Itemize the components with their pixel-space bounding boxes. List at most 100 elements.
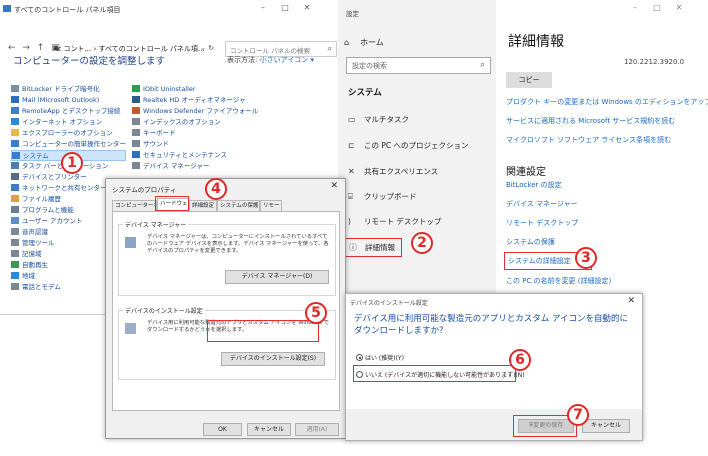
related-settings-heading: 関連設定 (506, 167, 546, 178)
control-panel-item-label: RemoteApp とデスクトップ接続 (22, 107, 121, 115)
related-setting-link[interactable]: この PC の名前を変更 (詳細設定) (506, 276, 611, 286)
view-by[interactable]: 表示方法: 小さいアイコン ▾ (227, 55, 314, 65)
device-install-cancel-button[interactable]: キャンセル (582, 419, 630, 433)
control-panel-item-icon (11, 173, 19, 180)
control-panel-item[interactable]: IObit Uninstaller (132, 84, 282, 95)
step-marker-6: 6 (509, 349, 531, 371)
view-by-label: 表示方法: (227, 56, 258, 64)
control-panel-item[interactable]: エクスプローラーのオプション (11, 128, 126, 139)
control-panel-item[interactable]: キーボード (132, 128, 282, 139)
control-panel-item-icon (12, 152, 20, 159)
system-properties-title: システムのプロパティ (112, 186, 177, 194)
control-panel-item[interactable]: インデックスのオプション (132, 117, 282, 128)
step-marker-2: 2 (411, 232, 433, 254)
settings-link[interactable]: サービスに適用される Microsoft サービス規約を読む (506, 116, 675, 126)
tab-advanced[interactable]: 詳細設定 (189, 200, 217, 211)
close-icon[interactable]: ✕ (330, 181, 338, 191)
hardware-tab-highlight (155, 196, 189, 211)
settings-window-controls: – □ ✕ (624, 3, 690, 12)
settings-nav-item[interactable]: ⌸ クリップボード (348, 191, 417, 202)
settings-nav-icon: ▭ (348, 115, 356, 124)
settings-nav-icon: ⓘ (349, 243, 357, 252)
control-panel-item-label: デバイスとプリンター (22, 173, 87, 181)
control-panel-item-label: エクスプローラーのオプション (22, 129, 113, 137)
settings-nav-icon: ⌸ (348, 192, 353, 201)
control-panel-item-label: ファイル履歴 (22, 195, 61, 203)
apply-button[interactable]: 適用(A) (295, 423, 339, 436)
tab-computer-name[interactable]: コンピューター名 (112, 200, 157, 211)
control-panel-titlebar: すべてのコントロール パネル項目 – □ ✕ (0, 0, 339, 18)
control-panel-item[interactable]: BitLocker ドライブ暗号化 (11, 84, 126, 95)
minimize-icon[interactable]: – (252, 3, 274, 12)
control-panel-item-icon (11, 118, 19, 125)
related-setting-link[interactable]: リモート デスクトップ (506, 218, 578, 228)
control-panel-item-icon (11, 239, 19, 246)
option-no-highlight (353, 365, 516, 382)
control-panel-item-icon (132, 96, 140, 103)
close-icon[interactable]: ✕ (627, 296, 635, 306)
cancel-button[interactable]: キャンセル (247, 423, 291, 436)
settings-nav-item[interactable]: ⓘ 詳細情報 (344, 238, 402, 257)
settings-link[interactable]: プロダクト キーの変更または Windows のエディションをアップグレード (506, 97, 708, 107)
device-manager-icon (125, 237, 136, 248)
settings-home[interactable]: ⌂ ホーム (344, 37, 384, 48)
view-by-value[interactable]: 小さいアイコン ▾ (260, 56, 314, 64)
device-manager-group: デバイス マネージャー デバイス マネージャーは、コンピューターにインストールさ… (118, 220, 336, 296)
radio-selected-icon (356, 354, 363, 361)
settings-nav-item[interactable]: ▭ マルチタスク (348, 114, 409, 125)
close-icon[interactable]: ✕ (668, 3, 690, 12)
copy-button[interactable]: コピー (506, 72, 552, 88)
control-panel-item[interactable]: Mail (Microsoft Outlook) (11, 95, 126, 106)
tab-remote[interactable]: リモート (260, 200, 282, 211)
home-icon: ⌂ (344, 38, 350, 47)
option-yes[interactable]: はい (推奨)(Y) (356, 353, 404, 362)
option-yes-label: はい (推奨)(Y) (365, 355, 404, 362)
install-settings-button[interactable]: デバイスのインストール設定(S) (221, 352, 325, 366)
refresh-icon[interactable]: ⌄ ↻ (200, 44, 214, 52)
control-panel-item-label: 記憶域 (22, 250, 42, 258)
control-panel-item-icon (11, 129, 19, 136)
settings-nav-item[interactable]: ⊏ この PC へのプロジェクション (348, 140, 469, 151)
control-panel-item-label: 自動再生 (22, 261, 48, 269)
settings-nav-label: 詳細情報 (365, 243, 395, 252)
device-manager-button[interactable]: デバイス マネージャー(D) (225, 270, 329, 284)
settings-search[interactable]: 設定の検索 ⌕ (346, 57, 491, 74)
nav-arrows-icon[interactable]: ← → ↑ ▣ (8, 43, 60, 53)
maximize-icon[interactable]: □ (274, 3, 296, 12)
tab-system-protection[interactable]: システムの保護 (217, 200, 260, 211)
install-settings-icon (125, 323, 136, 334)
install-settings-highlight (207, 320, 319, 342)
settings-nav-item[interactable]: ✕ 共有エクスペリエンス (348, 166, 438, 177)
control-panel-item[interactable]: コンピューターの簡単操作センター (11, 139, 126, 150)
control-panel-item-label: キーボード (143, 129, 176, 137)
device-manager-description: デバイス マネージャーは、コンピューターにインストールされているすべてのハードウ… (147, 234, 329, 254)
control-panel-item[interactable]: インターネット オプション (11, 117, 126, 128)
close-icon[interactable]: ✕ (296, 3, 318, 12)
control-panel-icon (3, 5, 11, 12)
settings-search-placeholder: 設定の検索 (352, 62, 387, 70)
control-panel-title: すべてのコントロール パネル項目 (14, 6, 121, 14)
maximize-icon[interactable]: □ (646, 3, 668, 12)
control-panel-item[interactable]: セキュリティとメンテナンス (132, 150, 282, 161)
control-panel-item-label: 管理ツール (22, 239, 55, 247)
control-panel-item-label: デバイス マネージャー (143, 162, 210, 170)
control-panel-item[interactable]: Windows Defender ファイアウォール (132, 106, 282, 117)
control-panel-item[interactable]: RemoteApp とデスクトップ接続 (11, 106, 126, 117)
settings-link[interactable]: マイクロソフト ソフトウェア ライセンス条項を読む (506, 135, 671, 145)
related-setting-link[interactable]: システムの保護 (506, 237, 555, 247)
control-panel-item[interactable]: Realtek HD オーディオマネージャ (132, 95, 282, 106)
related-setting-link[interactable]: デバイス マネージャー (506, 199, 578, 209)
control-panel-item-label: Windows Defender ファイアウォール (143, 107, 259, 115)
related-setting-link[interactable]: BitLocker の設定 (506, 180, 562, 190)
ok-button[interactable]: OK (203, 423, 242, 436)
control-panel-item-icon (11, 272, 19, 279)
settings-content: – □ ✕ 詳細情報 120.2212.3920.0 コピー プロダクト キーの変更… (496, 0, 708, 300)
control-panel-item[interactable]: デバイス マネージャー (132, 161, 282, 172)
address-bar: ← → ↑ ▣ ≪ コント... › すべてのコントロール パネル項... ⌄ … (0, 20, 339, 57)
control-panel-item[interactable]: サウンド (132, 139, 282, 150)
control-panel-item-label: ユーザー アカウント (22, 217, 83, 225)
minimize-icon[interactable]: – (624, 3, 646, 12)
control-panel-item-icon (132, 129, 140, 136)
control-panel-item-label: インターネット オプション (22, 118, 103, 126)
settings-nav-item[interactable]: ⟩ リモート デスクトップ (348, 216, 441, 227)
